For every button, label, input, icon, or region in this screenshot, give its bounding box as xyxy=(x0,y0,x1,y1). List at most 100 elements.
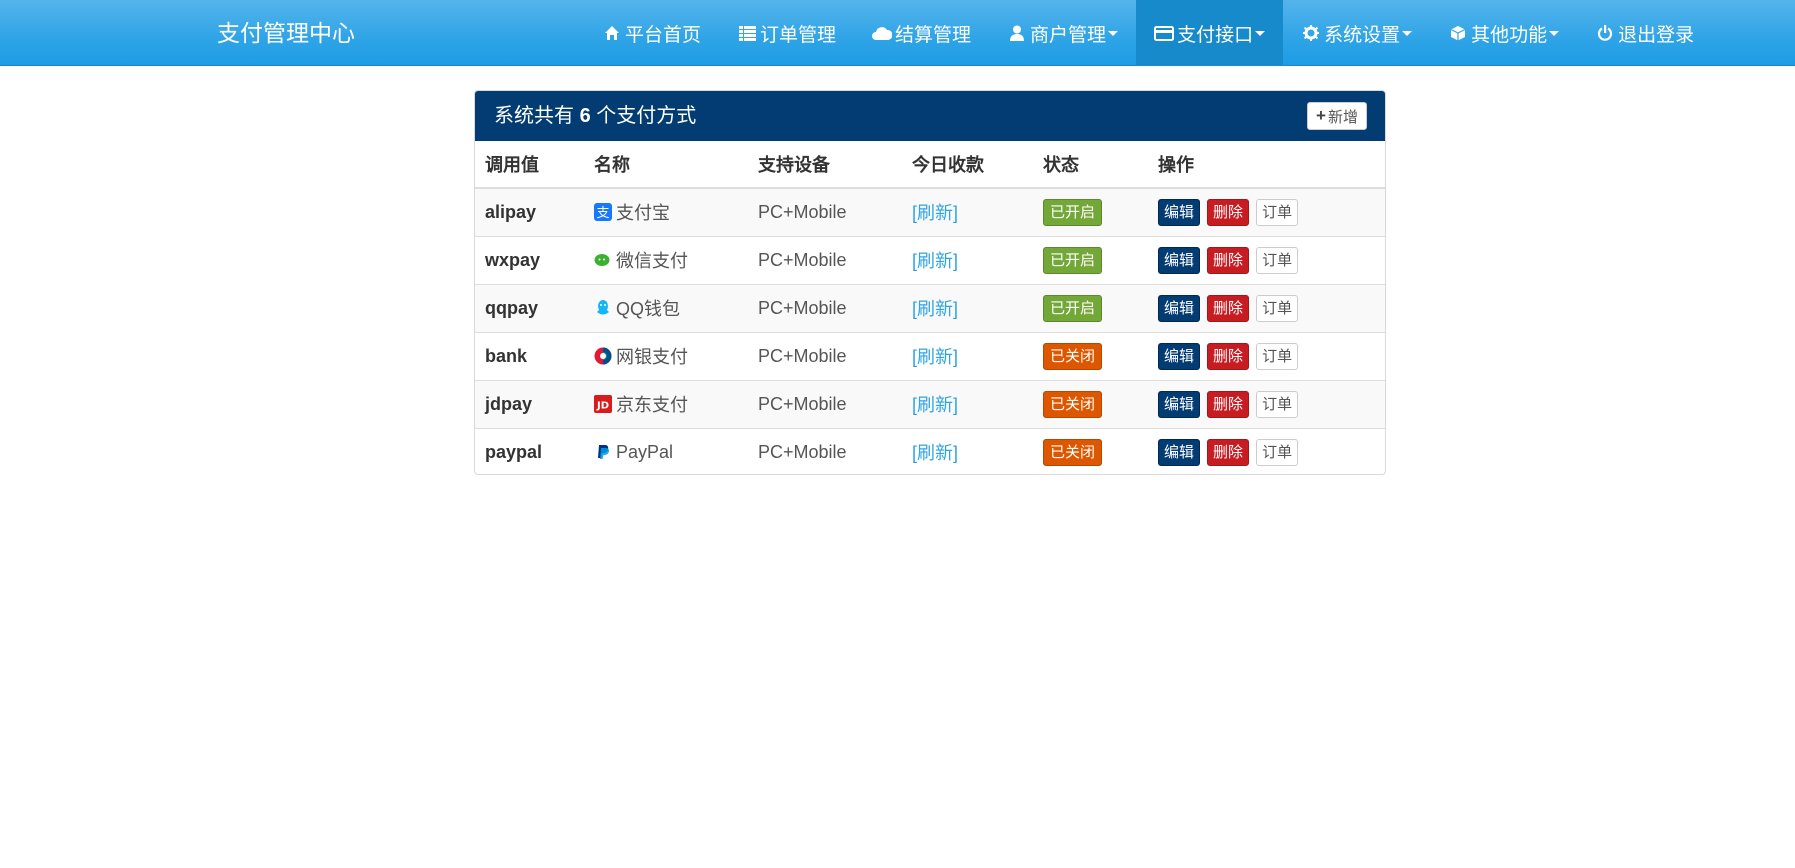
refresh-link[interactable]: [刷新] xyxy=(912,299,958,319)
method-name-cell: 微信支付 xyxy=(584,235,748,284)
delete-button[interactable]: 删除 xyxy=(1207,342,1250,370)
unionpay-icon xyxy=(594,347,612,365)
device-support: PC+Mobile xyxy=(748,331,902,380)
gear-icon xyxy=(1301,23,1321,43)
table-row: paypal PayPal PC+Mobile [刷新] 已关闭 编辑 删除 订… xyxy=(475,427,1385,474)
nav-item-payment-interface[interactable]: 支付接口 xyxy=(1136,0,1284,66)
orders-button[interactable]: 订单 xyxy=(1256,246,1299,274)
status-badge[interactable]: 已关闭 xyxy=(1043,390,1103,418)
method-code: alipay xyxy=(475,187,584,236)
method-name-cell: PayPal xyxy=(584,427,748,474)
column-header: 状态 xyxy=(1033,141,1148,189)
edit-button[interactable]: 编辑 xyxy=(1158,198,1201,226)
orders-button[interactable]: 订单 xyxy=(1256,390,1299,418)
nav-item-orders[interactable]: 订单管理 xyxy=(719,0,854,66)
status-badge[interactable]: 已开启 xyxy=(1043,246,1103,274)
device-support: PC+Mobile xyxy=(748,283,902,332)
delete-button[interactable]: 删除 xyxy=(1207,390,1250,418)
chevron-down-icon xyxy=(1402,30,1413,36)
delete-button[interactable]: 删除 xyxy=(1207,246,1250,274)
actions-cell: 编辑 删除 订单 xyxy=(1148,331,1385,380)
user-icon xyxy=(1007,23,1027,43)
nav-item-system-settings[interactable]: 系统设置 xyxy=(1283,0,1430,66)
nav-item-label: 结算管理 xyxy=(895,24,972,46)
device-support: PC+Mobile xyxy=(748,427,902,474)
method-name-cell: JD 京东支付 xyxy=(584,379,748,428)
svg-text:JD: JD xyxy=(596,401,609,412)
brand-title[interactable]: 支付管理中心 xyxy=(217,18,355,48)
plus-icon: + xyxy=(1316,106,1326,125)
nav-item-label: 订单管理 xyxy=(760,24,837,46)
wechat-icon xyxy=(594,251,612,269)
edit-button[interactable]: 编辑 xyxy=(1158,438,1201,466)
table-row: wxpay 微信支付 PC+Mobile [刷新] 已开启 编辑 删除 订单 xyxy=(475,235,1385,284)
device-support: PC+Mobile xyxy=(748,235,902,284)
orders-button[interactable]: 订单 xyxy=(1256,294,1299,322)
top-navbar: 支付管理中心 平台首页 订单管理 结算管理 商户管理 支付接口 系统设置 其他功… xyxy=(0,0,1795,66)
actions-cell: 编辑 删除 订单 xyxy=(1148,427,1385,474)
method-name: 支付宝 xyxy=(616,203,670,224)
method-name: PayPal xyxy=(616,441,674,462)
refresh-link[interactable]: [刷新] xyxy=(912,203,958,223)
method-code: qqpay xyxy=(475,283,584,332)
method-name-cell: QQ钱包 xyxy=(584,283,748,332)
paypal-icon xyxy=(594,443,612,461)
column-header: 操作 xyxy=(1148,141,1385,189)
nav-item-home[interactable]: 平台首页 xyxy=(584,0,719,66)
orders-button[interactable]: 订单 xyxy=(1256,198,1299,226)
column-header: 今日收款 xyxy=(902,141,1033,189)
title-suffix: 个支付方式 xyxy=(596,105,697,127)
chevron-down-icon xyxy=(1255,30,1266,36)
nav-item-label: 其他功能 xyxy=(1471,24,1548,46)
edit-button[interactable]: 编辑 xyxy=(1158,294,1201,322)
nav-item-label: 系统设置 xyxy=(1324,24,1401,46)
method-name-cell: 网银支付 xyxy=(584,331,748,380)
edit-button[interactable]: 编辑 xyxy=(1158,246,1201,274)
home-icon xyxy=(602,23,622,43)
orders-button[interactable]: 订单 xyxy=(1256,342,1299,370)
nav-item-logout[interactable]: 退出登录 xyxy=(1577,0,1712,66)
chevron-down-icon xyxy=(1108,30,1119,36)
column-header: 调用值 xyxy=(475,141,584,189)
add-button-label: 新增 xyxy=(1327,108,1358,126)
method-code: bank xyxy=(475,331,584,380)
delete-button[interactable]: 删除 xyxy=(1207,198,1250,226)
method-code: wxpay xyxy=(475,235,584,284)
status-badge[interactable]: 已开启 xyxy=(1043,294,1103,322)
delete-button[interactable]: 删除 xyxy=(1207,294,1250,322)
credit-card-icon xyxy=(1154,23,1175,43)
power-icon xyxy=(1595,23,1615,43)
table-header-row: 调用值 名称 支持设备 今日收款 状态 操作 xyxy=(475,141,1385,189)
device-support: PC+Mobile xyxy=(748,379,902,428)
method-name: 网银支付 xyxy=(616,347,688,367)
add-payment-button[interactable]: + 新增 xyxy=(1307,102,1367,130)
nav-item-other-functions[interactable]: 其他功能 xyxy=(1430,0,1577,66)
panel-title: 系统共有 6 个支付方式 xyxy=(494,103,696,129)
status-badge[interactable]: 已关闭 xyxy=(1043,342,1103,370)
actions-cell: 编辑 删除 订单 xyxy=(1148,283,1385,332)
edit-button[interactable]: 编辑 xyxy=(1158,342,1201,370)
nav-item-settlement[interactable]: 结算管理 xyxy=(854,0,989,66)
table-row: jdpay JD 京东支付 PC+Mobile [刷新] 已关闭 编辑 删除 订… xyxy=(475,379,1385,428)
svg-text:支: 支 xyxy=(596,206,609,221)
main-nav: 平台首页 订单管理 结算管理 商户管理 支付接口 系统设置 其他功能 退出登录 xyxy=(584,0,1712,66)
refresh-link[interactable]: [刷新] xyxy=(912,347,958,367)
refresh-link[interactable]: [刷新] xyxy=(912,443,958,463)
method-name: 微信支付 xyxy=(616,251,688,271)
list-icon xyxy=(737,23,757,43)
method-name: QQ钱包 xyxy=(616,299,681,319)
payment-methods-panel: 系统共有 6 个支付方式 + 新增 调用值 名称 支持设备 今日收款 状态 操作 xyxy=(474,90,1386,475)
cloud-icon xyxy=(872,23,893,43)
refresh-link[interactable]: [刷新] xyxy=(912,395,958,415)
status-badge[interactable]: 已开启 xyxy=(1043,198,1103,226)
refresh-link[interactable]: [刷新] xyxy=(912,251,958,271)
orders-button[interactable]: 订单 xyxy=(1256,438,1299,466)
device-support: PC+Mobile xyxy=(748,187,902,236)
nav-item-merchants[interactable]: 商户管理 xyxy=(989,0,1136,66)
nav-item-label: 支付接口 xyxy=(1177,24,1254,46)
jd-icon: JD xyxy=(594,395,612,413)
delete-button[interactable]: 删除 xyxy=(1207,438,1250,466)
edit-button[interactable]: 编辑 xyxy=(1158,390,1201,418)
nav-item-label: 商户管理 xyxy=(1030,24,1107,46)
status-badge[interactable]: 已关闭 xyxy=(1043,438,1103,466)
